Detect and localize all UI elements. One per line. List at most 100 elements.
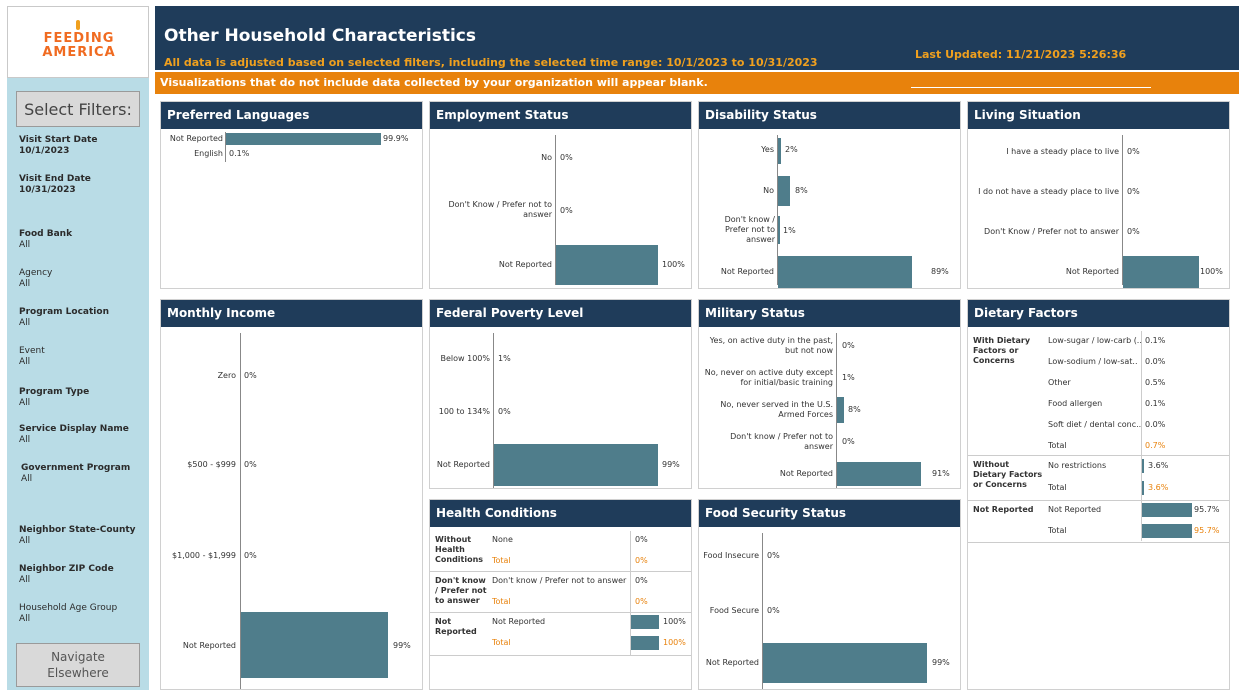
bar-label: Yes	[761, 145, 774, 154]
total-label: Total	[492, 597, 511, 606]
panel-title: Monthly Income	[161, 300, 422, 327]
item-label: Low-sugar / low-carb (..	[1048, 336, 1142, 345]
bar-value: 0%	[244, 371, 257, 380]
group-label: Without Health Conditions	[435, 535, 484, 564]
bar	[226, 133, 381, 145]
group-label: Don't know / Prefer not to answer	[435, 576, 487, 605]
bar-value: 1%	[783, 226, 796, 235]
item-value: 0.5%	[1145, 378, 1166, 387]
filter-value-service-display-name[interactable]: All	[19, 435, 30, 446]
bar-value: 99%	[932, 658, 950, 667]
row-divider	[968, 542, 1229, 543]
panel-dietary-factors: Dietary Factors With Dietary Factors or …	[967, 299, 1230, 690]
bar-label: Food Secure	[709, 606, 759, 615]
bar-value: 99%	[662, 460, 680, 469]
bar-value: 91%	[932, 469, 950, 478]
navigate-label-2: Elsewhere	[47, 666, 109, 680]
bar-value: 0%	[560, 153, 573, 162]
bar	[1142, 503, 1192, 517]
bar-label: Food Insecure	[703, 551, 759, 560]
filter-value-agency[interactable]: All	[19, 279, 30, 290]
group-label: Without Dietary Factors or Concerns	[973, 460, 1043, 489]
navigate-elsewhere-button[interactable]: Navigate Elsewhere	[16, 643, 140, 687]
item-label: Other	[1048, 378, 1071, 387]
bar	[1142, 481, 1144, 495]
bar-value: 0%	[842, 341, 855, 350]
bar-value: 99.9%	[383, 134, 409, 143]
bar-value: 0.1%	[229, 149, 250, 158]
bar-label: Don't know / Prefer not to answer	[724, 215, 775, 244]
filter-label-visit-start: Visit Start Date	[19, 135, 98, 145]
filter-value-zip-code[interactable]: All	[19, 575, 30, 586]
panel-living-situation: Living Situation I have a steady place t…	[967, 101, 1230, 289]
bar	[241, 612, 388, 678]
panel-title: Employment Status	[430, 102, 691, 129]
total-value: 95.7%	[1194, 526, 1220, 535]
panel-health-conditions: Health Conditions Without Health Conditi…	[429, 499, 692, 690]
bar-label: No, never served in the U.S. Armed Force…	[720, 400, 833, 419]
bar	[631, 615, 659, 629]
row-divider	[968, 455, 1229, 456]
filter-value-government-program[interactable]: All	[21, 474, 32, 485]
item-value: 3.6%	[1148, 461, 1169, 470]
group-label: Not Reported	[973, 505, 1034, 514]
filter-value-program-location[interactable]: All	[19, 318, 30, 329]
page-title: Other Household Characteristics	[164, 26, 476, 46]
filter-label-government-program: Government Program	[21, 463, 131, 473]
bar-label: Yes, on active duty in the past, but not…	[709, 336, 833, 355]
filter-value-visit-start[interactable]: 10/1/2023	[19, 146, 69, 157]
filter-value-food-bank[interactable]: All	[19, 240, 30, 251]
filter-value-state-county[interactable]: All	[19, 536, 30, 547]
bar-label: Zero	[217, 371, 236, 380]
last-updated: Last Updated: 11/21/2023 5:26:36	[915, 48, 1127, 61]
total-value: 100%	[663, 638, 686, 647]
item-label: Not Reported	[492, 617, 546, 626]
info-banner: Visualizations that do not include data …	[155, 72, 1239, 94]
feeding-america-logo: FEEDING AMERICA	[7, 6, 149, 78]
bar-label: Not Reported	[705, 658, 759, 667]
bar-value: 0%	[244, 551, 257, 560]
item-label: None	[492, 535, 513, 544]
page-header: Other Household Characteristics All data…	[155, 6, 1239, 70]
filter-value-visit-end[interactable]: 10/31/2023	[19, 185, 76, 196]
filter-value-event[interactable]: All	[19, 357, 30, 368]
bar-label: $500 - $999	[187, 460, 236, 469]
item-value: 0.0%	[1145, 357, 1166, 366]
bar	[1123, 256, 1199, 288]
bar-value: 0%	[767, 551, 780, 560]
bar	[494, 444, 659, 486]
bar	[1142, 459, 1144, 473]
banner-text: Visualizations that do not include data …	[160, 76, 708, 89]
panel-title: Food Security Status	[699, 500, 960, 527]
row-divider	[968, 500, 1229, 501]
item-value: 0.0%	[1145, 420, 1166, 429]
filter-label-program-type: Program Type	[19, 387, 90, 397]
bar-label: Below 100%	[440, 354, 490, 363]
item-label: Soft diet / dental conc..	[1048, 420, 1142, 429]
filter-value-age-group[interactable]: All	[19, 614, 30, 625]
page-subtitle: All data is adjusted based on selected f…	[164, 56, 818, 69]
total-label: Total	[492, 638, 511, 647]
bar-label: No, never on active duty except for init…	[704, 368, 833, 387]
logo-line-2: AMERICA	[42, 45, 116, 60]
bar-label: Not Reported	[436, 460, 490, 469]
filter-label-agency: Agency	[19, 268, 53, 278]
filter-sidebar: FEEDING AMERICA Select Filters: Visit St…	[7, 6, 149, 690]
bar	[837, 397, 845, 423]
bar-label: Don't Know / Prefer not to answer	[984, 227, 1119, 236]
panel-monthly-income: Monthly Income Zero 0% $500 - $999 0% $1…	[160, 299, 423, 690]
filter-value-program-type[interactable]: All	[19, 398, 30, 409]
bar	[763, 643, 928, 683]
filter-label-service-display-name: Service Display Name	[19, 424, 129, 434]
bar-label: Not Reported	[498, 260, 552, 269]
logo-line-1: FEEDING	[43, 31, 115, 46]
bar	[778, 138, 781, 164]
item-value: 0.1%	[1145, 336, 1166, 345]
panel-food-security-status: Food Security Status Food Insecure 0% Fo…	[698, 499, 961, 690]
select-filters-button[interactable]: Select Filters:	[16, 91, 140, 127]
bar-label: Not Reported	[779, 469, 833, 478]
item-label: Not Reported	[1048, 505, 1102, 514]
bar-label: Not Reported	[1065, 267, 1119, 276]
filter-label-visit-end: Visit End Date	[19, 174, 91, 184]
bar-value: 2%	[785, 145, 798, 154]
